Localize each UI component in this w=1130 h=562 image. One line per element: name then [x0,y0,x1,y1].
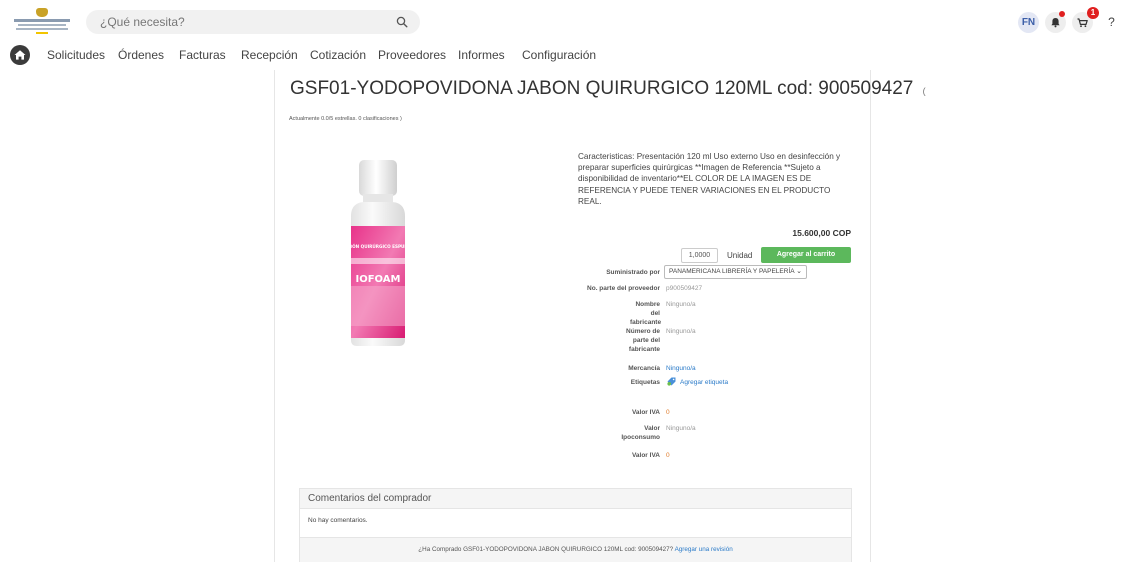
commodity-label: Mercancía [628,365,660,372]
tag-icon[interactable] [667,377,676,386]
nav-item-informes[interactable]: Informes [458,48,505,62]
supplier-part-label: No. parte del proveedor [587,285,660,292]
main-nav: Solicitudes Órdenes Facturas Recepción C… [0,44,1130,68]
rating-summary: Actualmente 0.0/5 estrellas. 0 clasifica… [289,116,402,122]
home-icon [14,50,26,60]
comments-header: Comentarios del comprador [300,489,851,509]
search-icon[interactable] [396,16,408,28]
logo-crest [36,8,48,17]
manufacturer-name-label: Nombre del fabricante [630,301,662,326]
notification-dot [1059,11,1065,17]
buyer-comments-panel: Comentarios del comprador No hay comenta… [299,488,852,562]
product-title-text: GSF01-YODOPOVIDONA JABON QUIRURGICO 120M… [290,78,914,99]
agency-logo[interactable] [14,8,70,36]
logo-line [14,19,70,22]
manufacturer-name-value: Ninguno/a [666,301,696,308]
product-price: 15.600,00 COP [792,228,851,238]
manufacturer-part-label: Número de parte del fabricante [626,328,660,353]
product-title: GSF01-YODOPOVIDONA JABON QUIRURGICO 120M… [290,78,926,100]
add-to-cart-button[interactable]: Agregar al carrito [761,247,851,263]
no-comments-text: No hay comentarios. [308,517,368,524]
supplier-part-value: p900509427 [666,285,703,292]
chevron-down-icon: ⌄ [796,268,802,275]
nav-item-facturas[interactable]: Facturas [179,48,226,62]
supplied-by-label: Suministrado por [606,269,660,276]
iva2-label: Valor IVA [631,452,660,459]
quantity-input[interactable]: 1,0000 [681,248,718,263]
nav-item-cotizacion[interactable]: Cotización [310,48,366,62]
unit-label: Unidad [727,251,753,260]
add-tag-link[interactable]: Agregar etiqueta [680,378,728,387]
ipoconsumo-label: Valor Ipoconsumo [621,425,660,441]
nav-item-configuracion[interactable]: Configuración [522,48,596,62]
supplier-select[interactable]: PANAMERICANA LIBRERÍA Y PAPELERÍA ⌄ [664,265,807,279]
supplier-value: PANAMERICANA LIBRERÍA Y PAPELERÍA [669,268,795,275]
help-button[interactable]: ? [1101,12,1122,33]
review-prompt: ¿Ha Comprado GSF01-YODOPOVIDONA JABON QU… [418,546,674,553]
manufacturer-part-value: Ninguno/a [666,328,696,335]
image-label-top: JABÓN QUIRÚRGICO ESPUMA [343,244,412,249]
ipoconsumo-value: Ninguno/a [666,425,696,432]
top-bar: FN 1 ? [0,0,1130,42]
product-description: Caracteristicas: Presentación 120 ml Uso… [578,152,841,206]
user-avatar[interactable]: FN [1018,12,1039,33]
logo-line [16,28,68,30]
iva2-value: 0 [666,452,670,459]
search-box [86,10,420,34]
logo-line [36,32,48,34]
nav-item-proveedores[interactable]: Proveedores [378,48,446,62]
add-review-link[interactable]: Agregar una revisión [675,546,733,553]
cart-count-badge: 1 [1087,7,1099,19]
iva-label: Valor IVA [631,409,660,416]
product-title-suffix: ( [922,86,926,96]
nav-item-recepcion[interactable]: Recepción [241,48,298,62]
product-image[interactable]: JABÓN QUIRÚRGICO ESPUMA IOFOAM [343,158,413,348]
product-panel: GSF01-YODOPOVIDONA JABON QUIRURGICO 120M… [274,70,926,562]
image-brand: IOFOAM [356,274,401,285]
logo-line [18,24,66,26]
comments-title: Comentarios del comprador [308,493,432,504]
iva-value: 0 [666,409,670,416]
home-button[interactable] [10,45,30,65]
search-input[interactable] [86,10,386,34]
commodity-value[interactable]: Ninguno/a [666,364,696,373]
review-prompt-bar: ¿Ha Comprado GSF01-YODOPOVIDONA JABON QU… [300,537,851,562]
nav-item-ordenes[interactable]: Órdenes [118,48,164,62]
nav-item-solicitudes[interactable]: Solicitudes [47,48,105,62]
tags-label: Etiquetas [630,379,660,386]
